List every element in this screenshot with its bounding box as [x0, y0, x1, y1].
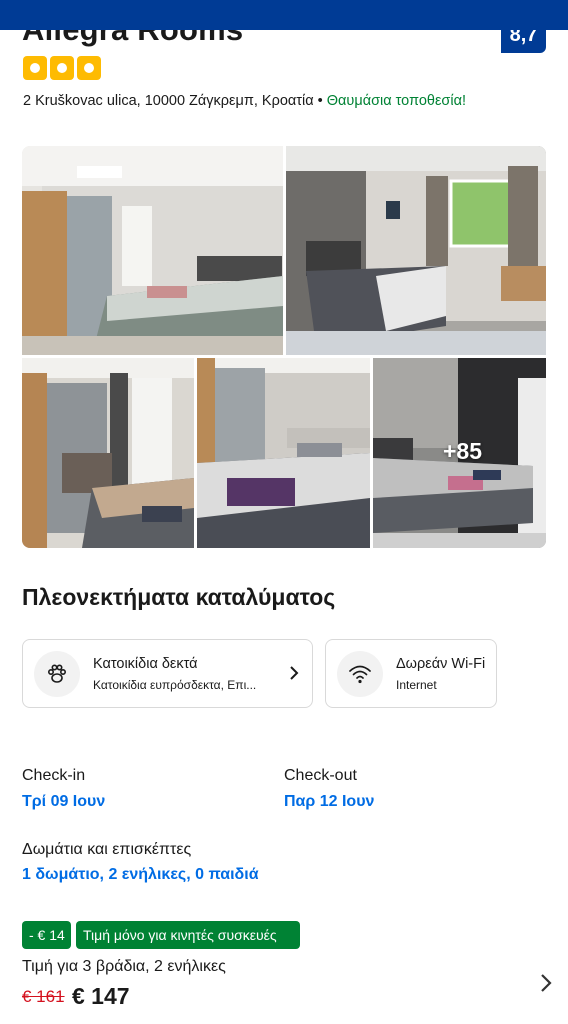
- amenity-text: Κατοικίδια δεκτά Κατοικίδια ευπρόσδεκτα,…: [93, 656, 256, 692]
- amenity-title: Κατοικίδια δεκτά: [93, 655, 198, 672]
- gallery-photo-1[interactable]: [22, 146, 283, 355]
- checkout-date[interactable]: Παρ 12 Ιουν: [284, 793, 374, 811]
- checkout-label: Check-out: [284, 767, 357, 784]
- rooms-guests-label: Δωμάτια και επισκέπτες: [22, 841, 192, 858]
- top-app-bar: [0, 0, 568, 30]
- location-score-note: Θαυμάσια τοποθεσία!: [326, 93, 467, 109]
- amenity-card-pets[interactable]: Κατοικίδια δεκτά Κατοικίδια ευπρόσδεκτα,…: [22, 639, 313, 708]
- amenity-text: Δωρεάν Wi-Fi Internet: [396, 656, 485, 692]
- mobile-only-price-badge: Τιμή μόνο για κινητές συσκευές: [76, 921, 300, 949]
- wifi-icon: [337, 650, 383, 697]
- star-icon: [77, 56, 101, 80]
- star-icon: [23, 56, 47, 80]
- chevron-right-icon: [288, 664, 300, 687]
- address-text: 2 Kruškovac ulica, 10000 Ζάγκρεμπ, Κροατ…: [23, 93, 314, 109]
- checkin-date[interactable]: Τρί 09 Ιουν: [22, 793, 105, 811]
- current-price: € 147: [72, 983, 130, 1009]
- checkin-label: Check-in: [22, 767, 86, 784]
- address-separator: •: [313, 93, 327, 109]
- gallery-photo-2[interactable]: [286, 146, 546, 355]
- chevron-right-icon[interactable]: [539, 972, 553, 999]
- amenity-subtitle: Internet: [396, 677, 437, 692]
- amenity-card-wifi[interactable]: Δωρεάν Wi-Fi Internet: [325, 639, 497, 708]
- star-rating: [23, 56, 101, 80]
- photo-gallery[interactable]: +85: [22, 146, 546, 548]
- amenities-title: Πλεονεκτήματα καταλύματος: [22, 584, 336, 610]
- price-description: Τιμή για 3 βράδια, 2 ενήλικες: [22, 958, 226, 975]
- original-price: € 161: [22, 987, 65, 1006]
- gallery-photo-4[interactable]: [197, 358, 370, 548]
- hotel-address[interactable]: 2 Kruškovac ulica, 10000 Ζάγκρεμπ, Κροατ…: [23, 93, 466, 109]
- amenity-title: Δωρεάν Wi-Fi: [396, 655, 486, 672]
- amenity-subtitle: Κατοικίδια ευπρόσδεκτα, Επι...: [93, 677, 257, 692]
- gallery-photo-3[interactable]: [22, 358, 194, 548]
- more-photos-count[interactable]: +85: [443, 438, 482, 465]
- paw-icon: [34, 650, 80, 697]
- discount-badge: - € 14: [22, 921, 71, 949]
- rooms-guests-value[interactable]: 1 δωμάτιο, 2 ενήλικες, 0 παιδιά: [22, 866, 259, 884]
- star-icon: [50, 56, 74, 80]
